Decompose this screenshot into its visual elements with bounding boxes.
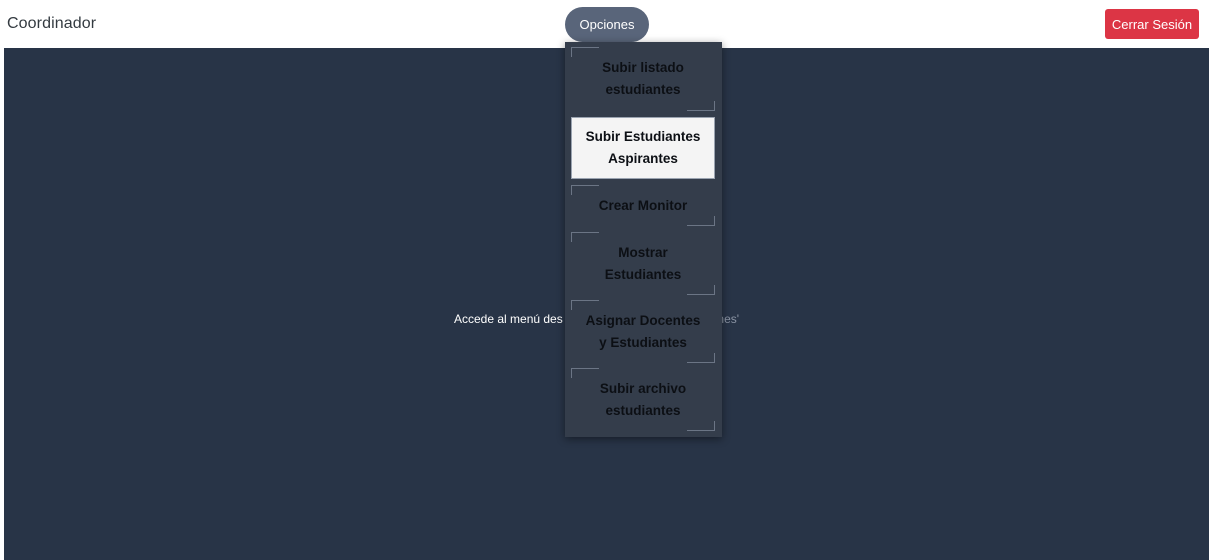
item-corner-decoration — [571, 185, 599, 195]
item-corner-decoration — [687, 216, 715, 226]
options-dropdown-button[interactable]: Opciones — [565, 7, 649, 42]
item-corner-decoration — [571, 300, 599, 310]
menu-item-label: Subir listado estudiantes — [602, 60, 684, 97]
menu-item-upload-student-list[interactable]: Subir listado estudiantes — [571, 47, 715, 111]
navbar: Coordinador Opciones Cerrar Sesión — [0, 0, 1209, 48]
menu-item-label: Subir archivo estudiantes — [599, 380, 687, 418]
hint-text-start: Accede al menú des — [454, 312, 563, 326]
menu-item-create-monitor[interactable]: Crear Monitor — [571, 185, 715, 226]
item-corner-decoration — [687, 353, 715, 363]
item-corner-decoration — [571, 232, 599, 242]
menu-item-upload-applicant-students[interactable]: Subir Estudiantes Aspirantes — [571, 117, 715, 179]
menu-item-label: Asignar Docentes y Estudiantes — [585, 312, 701, 350]
menu-item-label: Crear Monitor — [598, 197, 688, 213]
menu-item-assign-teachers-students[interactable]: Asignar Docentes y Estudiantes — [571, 300, 715, 363]
item-corner-decoration — [687, 101, 715, 111]
menu-item-label: Subir Estudiantes Aspirantes — [585, 129, 701, 166]
options-dropdown-menu: Subir listado estudiantes Subir Estudian… — [565, 42, 722, 437]
logout-button[interactable]: Cerrar Sesión — [1105, 9, 1199, 39]
item-corner-decoration — [571, 47, 599, 57]
menu-item-upload-student-file[interactable]: Subir archivo estudiantes — [571, 368, 715, 431]
item-corner-decoration — [571, 368, 599, 378]
menu-item-label: Mostrar Estudiantes — [604, 244, 682, 282]
item-corner-decoration — [687, 285, 715, 295]
item-corner-decoration — [687, 421, 715, 431]
brand-title: Coordinador — [7, 15, 97, 32]
menu-item-show-students[interactable]: Mostrar Estudiantes — [571, 232, 715, 295]
